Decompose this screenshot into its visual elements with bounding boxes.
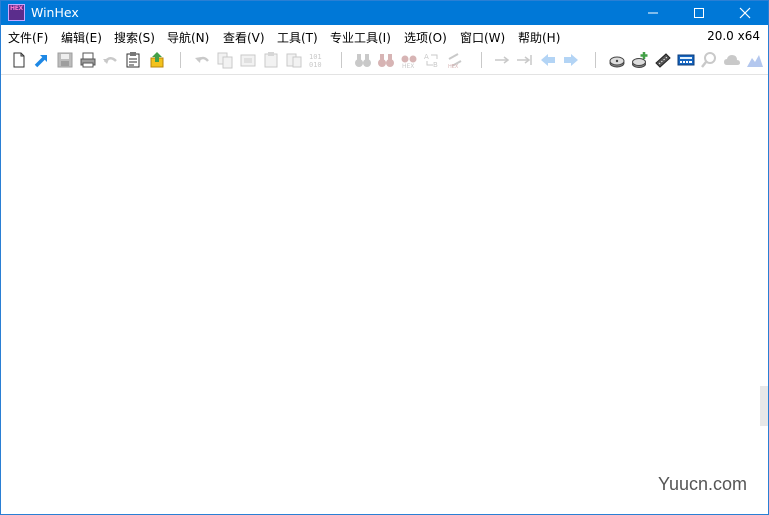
new-file-icon — [13, 52, 25, 68]
menu-window[interactable]: 窗口(W) — [460, 29, 505, 46]
export-icon — [150, 52, 164, 68]
window-title: WinHex — [31, 5, 79, 20]
title-bar[interactable]: HEX WinHex — [1, 1, 768, 25]
svg-text:HEX: HEX — [448, 64, 459, 69]
watermark-text: Yuucn.com — [658, 474, 748, 494]
copy-button[interactable] — [216, 51, 234, 69]
mountain-chart-icon — [747, 55, 763, 67]
winhex-app-icon[interactable]: HEX — [8, 4, 25, 21]
menu-options[interactable]: 选项(O) — [404, 29, 447, 46]
binary-button[interactable]: 101 010 — [308, 51, 326, 69]
toolbar: 101 010 HEX AB HEX — [1, 47, 768, 75]
menu-edit[interactable]: 编辑(E) — [61, 29, 102, 46]
save-button[interactable] — [56, 51, 74, 69]
menu-tools[interactable]: 工具(T) — [277, 29, 318, 46]
undo-icon — [195, 56, 209, 63]
goto-offset-button[interactable] — [516, 51, 534, 69]
new-file-button[interactable] — [10, 51, 28, 69]
maximize-icon — [694, 8, 704, 18]
properties-button[interactable] — [124, 51, 142, 69]
save-icon — [57, 52, 73, 68]
menu-help[interactable]: 帮助(H) — [518, 29, 560, 46]
menu-pro-tools[interactable]: 专业工具(I) — [330, 29, 391, 46]
copy-block-icon — [240, 54, 256, 67]
magnifier-icon — [701, 52, 716, 68]
binoculars-icon — [355, 54, 371, 67]
paste-special-icon — [286, 53, 302, 68]
menu-search[interactable]: 搜索(S) — [114, 29, 155, 46]
toolbar-separator — [481, 52, 482, 68]
arrow-to-line-icon — [517, 55, 532, 65]
chart-button[interactable] — [746, 51, 764, 69]
printer-icon — [80, 52, 96, 68]
version-label: 20.0 x64 — [707, 29, 760, 43]
cut-copy-button[interactable] — [239, 51, 257, 69]
export-button[interactable] — [148, 51, 166, 69]
svg-text:HEX: HEX — [402, 63, 414, 69]
minimize-button[interactable] — [630, 1, 676, 25]
back-button[interactable] — [539, 51, 557, 69]
arrow-left-icon — [541, 54, 555, 66]
replace-icon: AB — [424, 53, 438, 69]
add-disk-button[interactable] — [631, 51, 649, 69]
replace-hex-icon: HEX — [448, 53, 462, 69]
toolbar-separator — [595, 52, 596, 68]
forward-button[interactable] — [562, 51, 580, 69]
calculator-icon — [677, 54, 695, 66]
find-hex-value-button[interactable]: HEX — [400, 51, 418, 69]
properties-icon — [126, 52, 140, 68]
arrow-right-thin-icon — [495, 56, 510, 64]
paste-button[interactable] — [262, 51, 280, 69]
find-hex-button[interactable] — [377, 51, 395, 69]
close-button[interactable] — [722, 1, 768, 25]
open-arrow-icon — [34, 55, 47, 68]
disk-add-icon — [632, 52, 648, 68]
svg-text:B: B — [433, 61, 438, 69]
binoculars-value-icon: HEX — [401, 55, 417, 69]
svg-text:101: 101 — [309, 53, 322, 61]
undo-disabled-button[interactable] — [101, 51, 119, 69]
menu-bar: 文件(F) 编辑(E) 搜索(S) 导航(N) 查看(V) 工具(T) 专业工具… — [1, 26, 768, 47]
paste-icon — [264, 52, 278, 68]
copy-icon — [217, 52, 233, 69]
toolbar-separator — [180, 52, 181, 68]
replace-hex-button[interactable]: HEX — [446, 51, 464, 69]
undo-button[interactable] — [193, 51, 211, 69]
disk-icon — [609, 56, 625, 68]
binoculars-hex-icon — [378, 54, 394, 67]
menu-file[interactable]: 文件(F) — [8, 29, 48, 46]
close-icon — [739, 7, 751, 19]
arrow-right-icon — [564, 54, 578, 66]
goto-button[interactable] — [493, 51, 511, 69]
find-button[interactable] — [354, 51, 372, 69]
menu-navigate[interactable]: 导航(N) — [167, 29, 209, 46]
workspace-area[interactable] — [1, 75, 768, 514]
toolbar-separator — [341, 52, 342, 68]
svg-text:010: 010 — [309, 61, 322, 69]
replace-button[interactable]: AB — [423, 51, 441, 69]
undo-gray-icon — [103, 57, 117, 64]
paste-special-button[interactable] — [285, 51, 303, 69]
ram-button[interactable] — [654, 51, 672, 69]
menu-view[interactable]: 查看(V) — [223, 29, 265, 46]
cloud-icon — [724, 55, 740, 65]
cloud-button[interactable] — [723, 51, 741, 69]
open-button[interactable] — [33, 51, 51, 69]
print-button[interactable] — [79, 51, 97, 69]
scrollbar-stub[interactable] — [760, 386, 768, 426]
binary-icon: 101010 — [309, 53, 322, 69]
magnify-button[interactable] — [700, 51, 718, 69]
open-disk-button[interactable] — [608, 51, 626, 69]
app-icon-text: HEX — [10, 5, 23, 12]
ram-chip-icon — [655, 53, 671, 68]
calculator-button[interactable] — [677, 51, 695, 69]
svg-text:A: A — [424, 53, 429, 61]
maximize-button[interactable] — [676, 1, 722, 25]
minimize-icon — [648, 12, 658, 14]
winhex-window: HEX WinHex 文件(F) 编辑(E) 搜索(S) 导航(N) 查看(V)… — [0, 0, 769, 515]
